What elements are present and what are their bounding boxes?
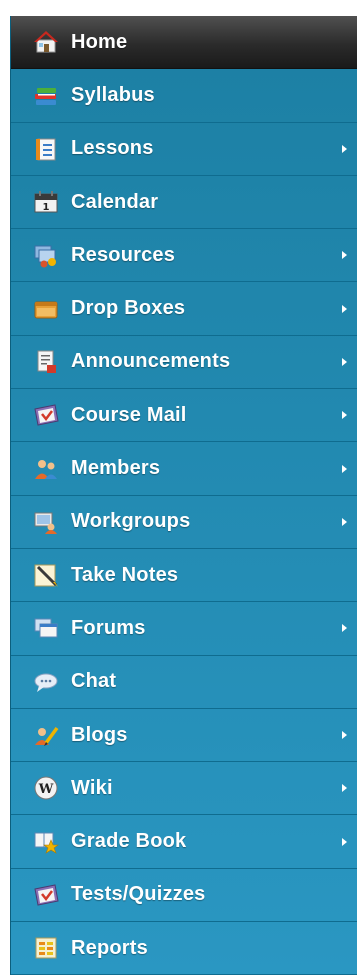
menu-item-wiki[interactable]: W Wiki: [11, 762, 357, 816]
submenu-arrow-icon: [342, 357, 347, 366]
menu-item-resources[interactable]: Resources: [11, 229, 357, 283]
chat-icon: [31, 667, 61, 697]
submenu-arrow-icon: [342, 251, 347, 260]
menu-item-members[interactable]: Members: [11, 442, 357, 496]
menu-item-grade-book[interactable]: Grade Book: [11, 815, 357, 869]
submenu-arrow-icon: [342, 784, 347, 793]
menu-item-label: Syllabus: [71, 83, 155, 106]
menu-item-announcements[interactable]: Announcements: [11, 336, 357, 390]
grade-book-icon: [31, 827, 61, 857]
menu-item-label: Lessons: [71, 137, 154, 160]
svg-text:W: W: [38, 782, 54, 797]
announcement-icon: [31, 347, 61, 377]
menu-item-chat[interactable]: Chat: [11, 656, 357, 709]
menu-item-tests-quizzes[interactable]: Tests/Quizzes: [11, 869, 357, 923]
menu-item-label: Blogs: [71, 723, 128, 746]
course-menu: Home Syllabus Lessons 1 Calendar Resourc…: [10, 16, 357, 975]
submenu-arrow-icon: [342, 144, 347, 153]
submenu-arrow-icon: [342, 411, 347, 420]
menu-item-calendar[interactable]: 1 Calendar: [11, 176, 357, 230]
members-icon: [31, 454, 61, 484]
menu-item-workgroups[interactable]: Workgroups: [11, 496, 357, 549]
menu-item-label: Drop Boxes: [71, 297, 186, 320]
menu-item-label: Calendar: [71, 190, 159, 213]
calendar-icon: 1: [31, 187, 61, 217]
submenu-arrow-icon: [342, 837, 347, 846]
submenu-arrow-icon: [342, 304, 347, 313]
notes-icon: [31, 560, 61, 590]
menu-item-label: Chat: [71, 670, 117, 693]
menu-item-label: Workgroups: [71, 510, 191, 533]
wiki-icon: W: [31, 773, 61, 803]
menu-item-label: Wiki: [71, 776, 113, 799]
menu-item-drop-boxes[interactable]: Drop Boxes: [11, 282, 357, 336]
home-icon: [31, 27, 61, 57]
menu-item-label: Members: [71, 457, 161, 480]
menu-item-label: Grade Book: [71, 830, 187, 853]
submenu-arrow-icon: [342, 464, 347, 473]
menu-item-reports[interactable]: Reports: [11, 922, 357, 975]
menu-item-take-notes[interactable]: Take Notes: [11, 549, 357, 603]
menu-item-forums[interactable]: Forums: [11, 602, 357, 656]
drop-box-icon: [31, 294, 61, 324]
menu-item-label: Reports: [71, 936, 148, 959]
menu-item-label: Take Notes: [71, 563, 179, 586]
workgroups-icon: [31, 507, 61, 537]
resources-icon: [31, 240, 61, 270]
books-icon: [31, 80, 61, 110]
forums-icon: [31, 613, 61, 643]
menu-item-label: Announcements: [71, 350, 231, 373]
submenu-arrow-icon: [342, 517, 347, 526]
menu-item-label: Course Mail: [71, 403, 187, 426]
quiz-icon: [31, 880, 61, 910]
menu-item-home[interactable]: Home: [11, 16, 357, 70]
submenu-arrow-icon: [342, 624, 347, 633]
menu-item-label: Forums: [71, 616, 146, 639]
svg-text:1: 1: [43, 202, 50, 213]
menu-item-label: Resources: [71, 243, 176, 266]
blog-icon: [31, 720, 61, 750]
mail-icon: [31, 400, 61, 430]
menu-item-syllabus[interactable]: Syllabus: [11, 69, 357, 123]
submenu-arrow-icon: [342, 731, 347, 739]
menu-item-lessons[interactable]: Lessons: [11, 123, 357, 176]
menu-item-label: Tests/Quizzes: [71, 883, 206, 906]
reports-icon: [31, 933, 61, 963]
notebook-icon: [31, 134, 61, 164]
menu-item-blogs[interactable]: Blogs: [11, 709, 357, 763]
menu-item-label: Home: [71, 30, 128, 53]
menu-item-course-mail[interactable]: Course Mail: [11, 389, 357, 443]
